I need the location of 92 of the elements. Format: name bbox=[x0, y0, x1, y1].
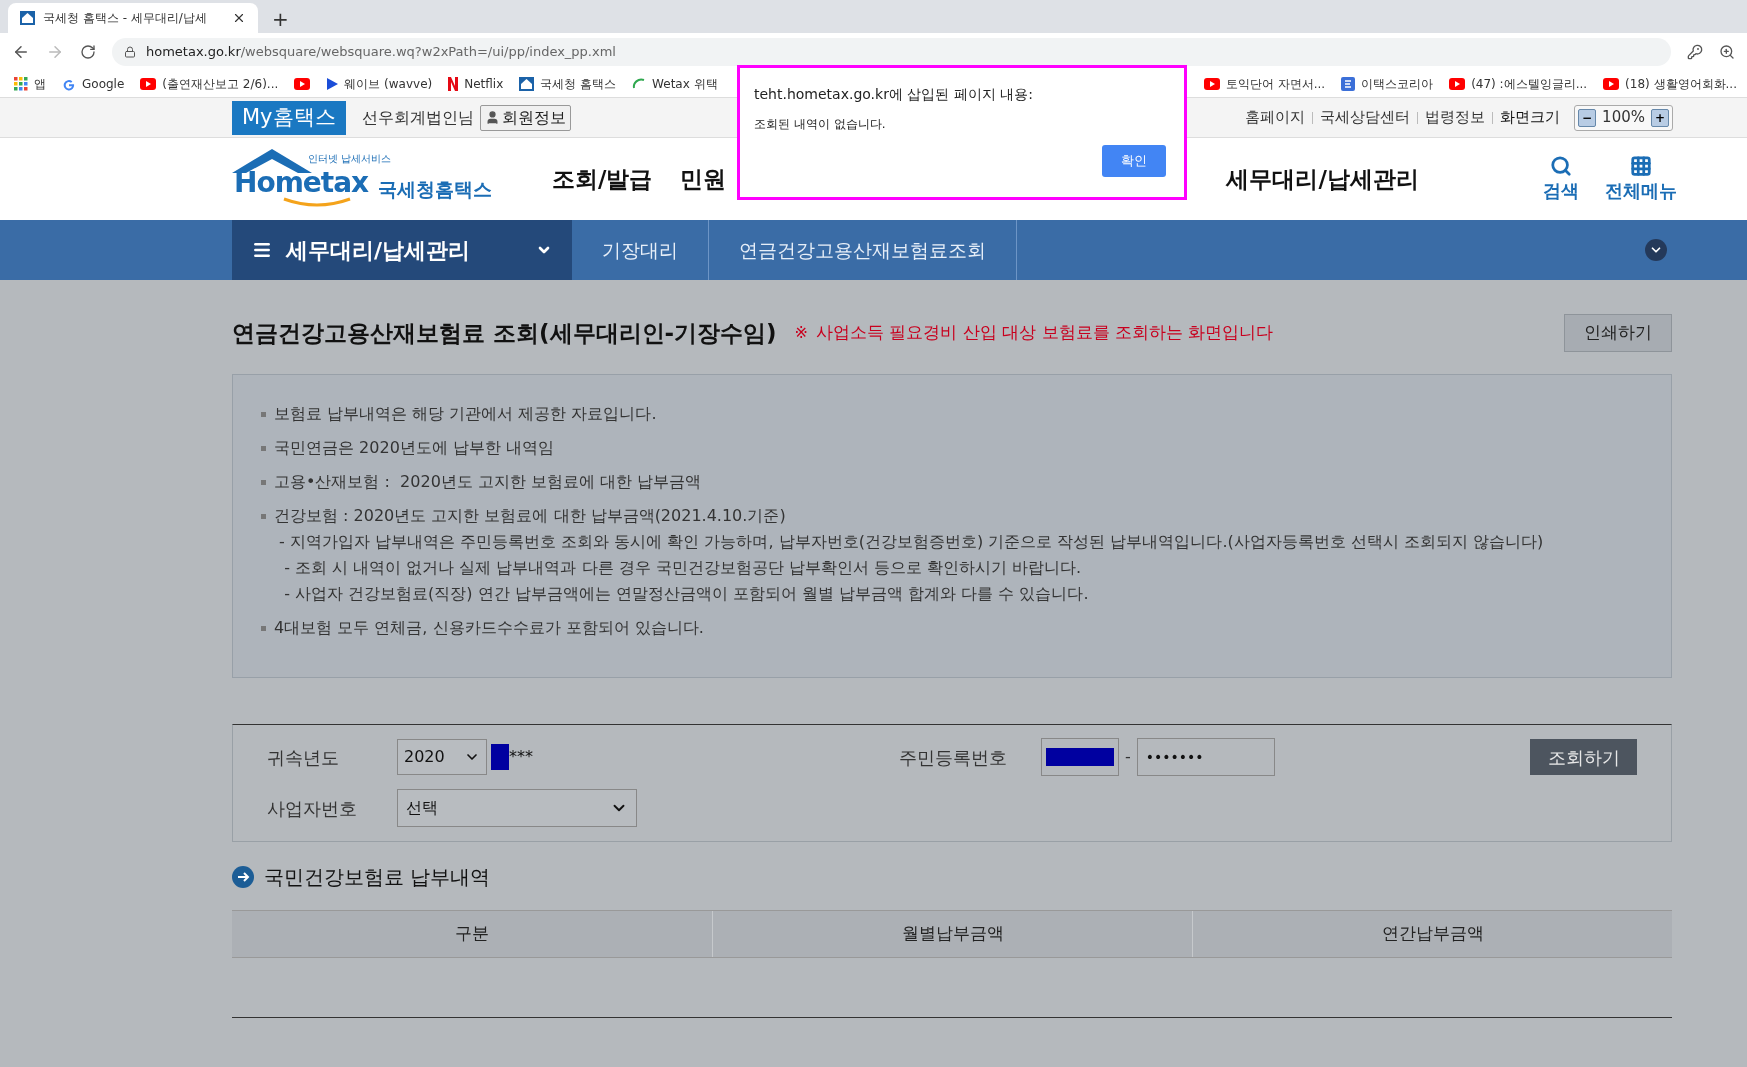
play-icon bbox=[326, 77, 339, 90]
notice-text: - 사업자 건강보험료(직장) 연간 납부금액에는 연말정산금액이 포함되어 월별 납부금액 합계와 다를 수 있습니다. bbox=[283, 583, 1090, 605]
play-badge-icon bbox=[1203, 77, 1220, 90]
column-header: 구분 bbox=[454, 922, 490, 946]
column-header: 월별납부금액 bbox=[712, 911, 1192, 957]
close-icon[interactable] bbox=[232, 11, 246, 25]
notice-text: 국민연금은 2020년도에 납부한 내역임 bbox=[274, 437, 554, 459]
bookmark-link[interactable]: 국세청 홈택스 bbox=[540, 74, 617, 93]
bookmark-link[interactable]: (18) 생활영어회화... bbox=[1625, 74, 1737, 93]
bookmark-link[interactable]: (47) :에스텔잉글리... bbox=[1471, 74, 1588, 93]
bookmark-link[interactable]: Netflix bbox=[464, 74, 504, 93]
notice-text: 4대보험 모두 연체금, 신용카드수수료가 포함되어 있습니다. bbox=[274, 617, 704, 639]
redaction-mark bbox=[491, 744, 509, 770]
n-logo-icon bbox=[448, 76, 459, 91]
menu-dropdown[interactable]: 세무대리/납세관리 bbox=[232, 220, 572, 280]
breadcrumb-link[interactable]: 연금건강고용산재보험료조회 bbox=[739, 220, 1017, 280]
my-hometax-link[interactable]: My홈택스 bbox=[232, 100, 346, 135]
notice-text: - 지역가입자 납부내역은 주민등록번호 조회와 동시에 확인 가능하며, 납부자번호(건강보험증번호) 기준으로 작성된 납부내역입니다.(사업자등록번호 선택시 조회되지 않습니다) bbox=[278, 531, 1545, 553]
main-nav-item[interactable]: 민원 bbox=[680, 161, 727, 197]
play-badge-icon bbox=[1603, 77, 1620, 90]
dialog-message: 조회된 내역이 없습니다. bbox=[754, 116, 887, 133]
zoom-in-button[interactable]: + bbox=[1651, 108, 1669, 127]
main-nav-item[interactable]: 조회/발급 bbox=[552, 161, 653, 197]
search-submit-button[interactable]: 조회하기 bbox=[1530, 739, 1637, 775]
bullet-icon bbox=[261, 625, 266, 631]
arrow-circle-icon bbox=[232, 866, 254, 888]
note-mark: ※ bbox=[794, 322, 808, 344]
bookmark-link[interactable]: Google bbox=[82, 74, 125, 93]
main-nav-item[interactable]: 세무대리/납세관리 bbox=[1226, 161, 1419, 197]
address-bar[interactable]: hometax.go.kr/websquare/websquare.wq?w2xPath=/ui/pp/index_pp.xml bbox=[112, 37, 1671, 66]
house-icon bbox=[519, 76, 535, 91]
lock-icon bbox=[124, 45, 136, 58]
top-link[interactable]: 홈페이지 bbox=[1245, 106, 1306, 129]
business-number-label: 사업자번호 bbox=[267, 796, 358, 821]
expand-button[interactable] bbox=[1645, 239, 1667, 261]
grid-icon bbox=[1630, 154, 1652, 177]
zoom-out-button[interactable]: − bbox=[1578, 108, 1597, 127]
rrn-back-field[interactable]: ••••••• bbox=[1136, 738, 1275, 776]
person-icon bbox=[484, 110, 500, 125]
play-badge-icon bbox=[294, 77, 311, 90]
zoom-icon[interactable] bbox=[1719, 43, 1735, 60]
business-number-select[interactable]: 선택 bbox=[397, 789, 637, 827]
top-link[interactable]: 법령정보 bbox=[1425, 106, 1486, 129]
bookmark-link[interactable]: 토익단어 자면서... bbox=[1225, 74, 1326, 93]
hometax-logo[interactable]: 인터넷 납세서비스 Hometax 국세청홈택스 bbox=[232, 147, 512, 211]
bullet-icon bbox=[261, 479, 266, 485]
swirl-icon bbox=[632, 76, 647, 91]
top-link[interactable]: 국세상담센터 bbox=[1320, 106, 1411, 129]
user-name: 선우회계법인님 bbox=[361, 106, 474, 129]
notice-text: 고용•산재보험 : 2020년도 고지한 보험료에 대한 납부금액 bbox=[274, 471, 702, 493]
search-icon bbox=[1550, 154, 1572, 177]
all-menu-button[interactable]: 전체메뉴 bbox=[1605, 154, 1677, 204]
notice-text: 건강보험 : 2020년도 고지한 보험료에 대한 납부금액(2021.4.10.기준) bbox=[274, 505, 786, 527]
year-label: 귀속년도 bbox=[267, 745, 340, 770]
column-header: 연간납부금액 bbox=[1192, 911, 1672, 957]
bookmark-link[interactable]: 이택스코리아 bbox=[1361, 74, 1434, 93]
notice-text: 보험료 납부내역은 해당 기관에서 제공한 자료입니다. bbox=[274, 403, 657, 425]
browser-tab[interactable]: 국세청 홈택스 - 세무대리/납세 bbox=[8, 3, 258, 33]
menu-icon bbox=[252, 240, 272, 260]
notice-text: - 조회 시 내역이 없거나 실제 납부내역과 다른 경우 국민건강보험공단 납부확인서 등으로 확인하시기 바랍니다. bbox=[283, 557, 1083, 579]
bullet-icon bbox=[261, 445, 266, 451]
redaction-mark bbox=[1046, 748, 1114, 766]
zoom-value: 100% bbox=[1602, 107, 1645, 129]
bookmark-link[interactable]: Wetax 위택 bbox=[652, 74, 718, 93]
breadcrumb-link[interactable]: 기장대리 bbox=[602, 220, 709, 280]
masked-text: *** bbox=[509, 746, 533, 768]
apps-grid-icon bbox=[14, 76, 28, 91]
new-tab-button[interactable]: + bbox=[272, 9, 289, 29]
dash-text: - bbox=[1125, 746, 1131, 768]
rrn-label: 주민등록번호 bbox=[899, 745, 1008, 770]
e-logo-icon bbox=[1341, 76, 1356, 91]
bullet-icon bbox=[261, 411, 266, 417]
play-badge-icon bbox=[1449, 77, 1466, 90]
bookmark-link[interactable]: 앱 bbox=[34, 74, 46, 93]
bookmark-link[interactable]: 웨이브 (wavve) bbox=[344, 74, 433, 93]
member-info-button[interactable]: 회원정보 bbox=[479, 104, 571, 131]
rrn-front-field[interactable] bbox=[1041, 738, 1119, 776]
dialog-title: teht.hometax.go.kr에 삽입된 페이지 내용: bbox=[754, 85, 1034, 104]
page-note: 사업소득 필요경비 산입 대상 보험료를 조회하는 화면입니다 bbox=[816, 321, 1274, 345]
section-title: 국민건강보험료 납부내역 bbox=[264, 864, 491, 891]
page-title: 연금건강고용산재보험료 조회(세무대리인-기장수임) bbox=[232, 318, 777, 348]
search-button[interactable]: 검색 bbox=[1543, 154, 1579, 204]
bookmark-link[interactable]: (출연재산보고 2/6)... bbox=[162, 74, 279, 93]
house-icon bbox=[20, 11, 35, 25]
bullet-icon bbox=[261, 513, 266, 519]
print-button[interactable]: 인쇄하기 bbox=[1564, 314, 1672, 352]
key-icon[interactable] bbox=[1687, 43, 1703, 60]
reload-icon[interactable] bbox=[80, 43, 96, 60]
play-badge-icon bbox=[140, 77, 157, 90]
ok-button[interactable]: 확인 bbox=[1102, 145, 1166, 177]
year-select[interactable]: 2020 bbox=[397, 739, 487, 775]
zoom-label: 화면크기 bbox=[1500, 107, 1561, 129]
